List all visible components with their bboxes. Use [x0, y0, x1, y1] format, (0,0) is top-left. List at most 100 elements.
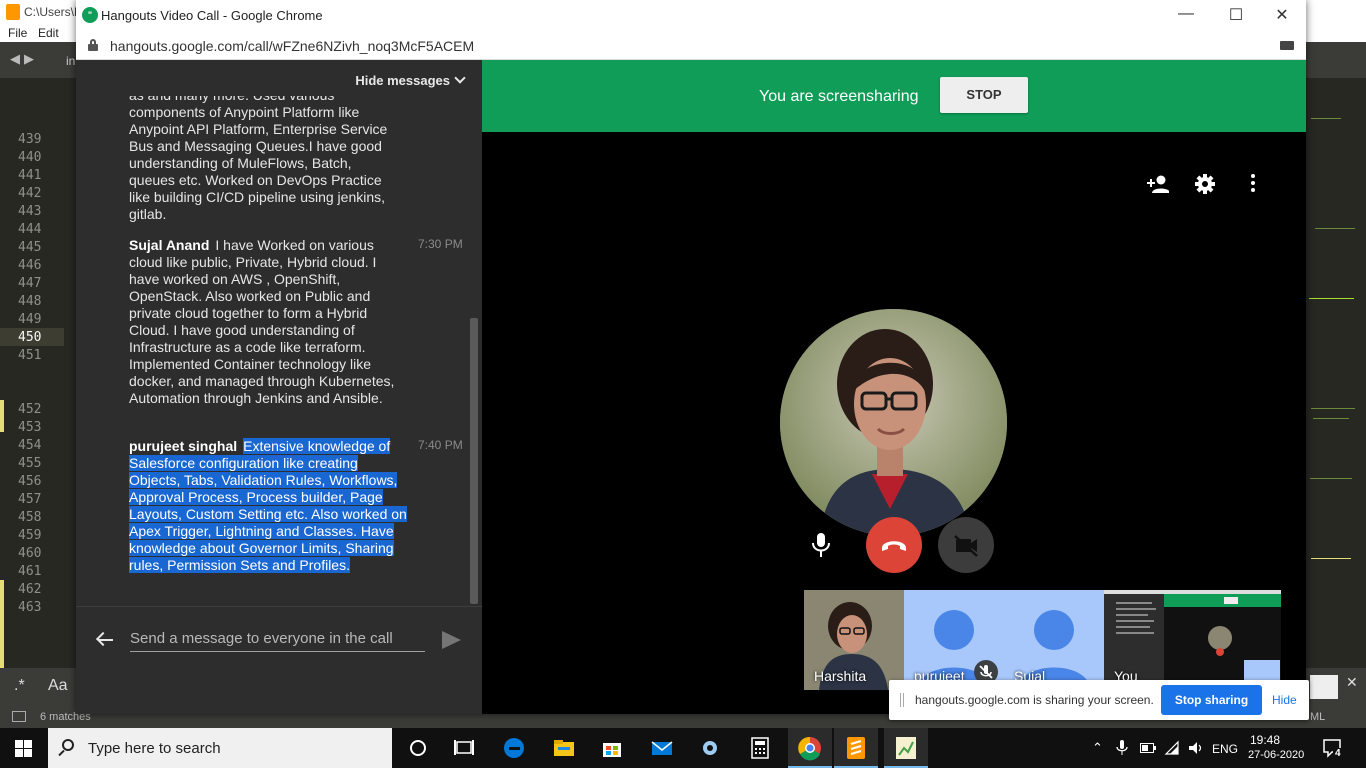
participant-tile-harshita[interactable]: Harshita: [804, 590, 904, 690]
tab-nav-arrows-icon[interactable]: ◀▶: [10, 51, 38, 67]
microphone-tray-icon[interactable]: [1116, 740, 1128, 756]
chevron-down-icon: [454, 72, 466, 84]
back-arrow-icon[interactable]: [95, 631, 114, 649]
line-number: 462: [18, 582, 42, 597]
line-number: 448: [18, 294, 42, 309]
notification-count: 4: [1333, 748, 1343, 759]
chat-compose: [76, 606, 482, 714]
menu-file[interactable]: File: [8, 26, 27, 40]
file-explorer-icon[interactable]: [550, 734, 578, 762]
mail-icon[interactable]: [648, 734, 676, 762]
screenshare-status: You are screensharing: [759, 88, 919, 105]
regex-toggle[interactable]: .*: [14, 677, 25, 695]
active-speaker-avatar: [780, 309, 1007, 536]
battery-icon[interactable]: [1140, 742, 1156, 754]
calculator-icon[interactable]: [746, 734, 774, 762]
stop-sharing-button[interactable]: Stop sharing: [1161, 685, 1262, 715]
speaker-icon[interactable]: [1188, 740, 1204, 756]
app-taskbar-icon[interactable]: [884, 728, 928, 768]
line-number: 456: [18, 474, 42, 489]
wifi-icon[interactable]: [1164, 740, 1180, 756]
window-titlebar: " Hangouts Video Call - Google Chrome — …: [76, 0, 1306, 31]
hangouts-icon: ": [82, 7, 98, 23]
message-time: 7:40 PM: [418, 438, 463, 452]
clock-time[interactable]: 19:48: [1250, 733, 1280, 747]
hide-messages-button[interactable]: Hide messages: [355, 72, 466, 88]
task-view-icon[interactable]: [450, 734, 478, 762]
camera-in-use-icon[interactable]: [1280, 41, 1294, 50]
editor-tab[interactable]: in: [66, 54, 75, 68]
clock-date[interactable]: 27-06-2020: [1248, 749, 1304, 761]
settings-gear-icon[interactable]: [696, 734, 724, 762]
message-list[interactable]: as and many more. Used various component…: [76, 96, 482, 606]
camera-toggle-button[interactable]: [938, 517, 994, 573]
start-button[interactable]: [0, 728, 48, 768]
line-number: 453: [18, 420, 42, 435]
message-sender: purujeet singhal: [129, 438, 238, 454]
stop-screenshare-button[interactable]: STOP: [940, 77, 1028, 113]
editor-minimap[interactable]: [1305, 78, 1366, 668]
camera-off-icon: [954, 535, 978, 557]
line-number: 463: [18, 600, 42, 615]
line-number: 458: [18, 510, 42, 525]
search-placeholder: Type here to search: [88, 740, 221, 757]
close-icon[interactable]: ✕: [1346, 674, 1358, 691]
phone-hangup-icon: [882, 541, 906, 551]
address-bar[interactable]: hangouts.google.com/call/wFZne6NZivh_noq…: [76, 31, 1306, 60]
hang-up-button[interactable]: [866, 517, 922, 573]
line-number: 445: [18, 240, 42, 255]
participant-tile-you[interactable]: You: [1104, 590, 1281, 690]
lock-icon[interactable]: [88, 39, 98, 51]
line-number: 443: [18, 204, 42, 219]
taskbar-search[interactable]: Type here to search: [48, 728, 392, 768]
participant-tile-purujeet[interactable]: purujeet: [904, 590, 1004, 690]
line-number: 454: [18, 438, 42, 453]
panel-icon[interactable]: [12, 711, 26, 722]
chat-message-input[interactable]: [130, 625, 425, 652]
store-icon[interactable]: [598, 734, 626, 762]
minimize-button[interactable]: —: [1171, 5, 1201, 23]
line-number: 461: [18, 564, 42, 579]
line-number: 450: [18, 330, 42, 345]
cortana-icon[interactable]: [404, 734, 432, 762]
line-number-gutter: 439 440 441 442 443 444 445 446 447 448 449 450 451 4…: [0, 78, 76, 670]
microphone-button[interactable]: [793, 517, 849, 573]
find-field[interactable]: [1310, 675, 1338, 699]
input-language[interactable]: ENG: [1212, 742, 1238, 756]
maximize-button[interactable]: ☐: [1221, 5, 1251, 25]
drag-handle-icon[interactable]: [900, 693, 904, 707]
message-time: 7:30 PM: [418, 237, 463, 251]
chat-panel: Hide messages as and many more. Used var…: [76, 60, 482, 714]
case-toggle[interactable]: Aa: [48, 677, 68, 695]
windows-logo-icon: [15, 740, 23, 748]
chat-message: Sujal Anand I have Worked on various clou…: [129, 237, 409, 407]
line-number: 440: [18, 150, 42, 165]
screen-share-notice: hangouts.google.com is sharing your scre…: [889, 680, 1309, 720]
edge-browser-icon[interactable]: [500, 734, 528, 762]
search-icon: [62, 739, 74, 751]
participant-strip: Harshita purujeet Sujal You: [804, 590, 1281, 690]
screenshare-banner: You are screensharing STOP: [482, 60, 1306, 132]
gear-icon[interactable]: [1195, 174, 1215, 194]
syntax-label[interactable]: ML: [1310, 711, 1325, 723]
chrome-taskbar-icon[interactable]: [788, 728, 832, 768]
windows-taskbar: Type here to search ⌃ ENG 19:48 27-06-20…: [0, 728, 1366, 768]
message-sender: Sujal Anand: [129, 237, 210, 253]
hide-notice-button[interactable]: Hide: [1272, 693, 1297, 707]
participant-tile-sujal[interactable]: Sujal: [1004, 590, 1104, 690]
line-number: 457: [18, 492, 42, 507]
close-window-button[interactable]: ✕: [1267, 5, 1297, 25]
line-number: 459: [18, 528, 42, 543]
line-number: 451: [18, 348, 42, 363]
add-person-icon[interactable]: [1147, 174, 1169, 194]
menu-edit[interactable]: Edit: [38, 26, 59, 40]
more-options-icon[interactable]: [1250, 174, 1256, 194]
url-text[interactable]: hangouts.google.com/call/wFZne6NZivh_noq…: [110, 38, 474, 54]
microphone-icon: [812, 533, 830, 557]
sublime-taskbar-icon[interactable]: [834, 728, 878, 768]
send-icon[interactable]: [442, 631, 461, 649]
line-number: 447: [18, 276, 42, 291]
line-number: 455: [18, 456, 42, 471]
chevron-up-icon[interactable]: ⌃: [1092, 740, 1103, 756]
chat-scrollbar[interactable]: [470, 318, 478, 604]
